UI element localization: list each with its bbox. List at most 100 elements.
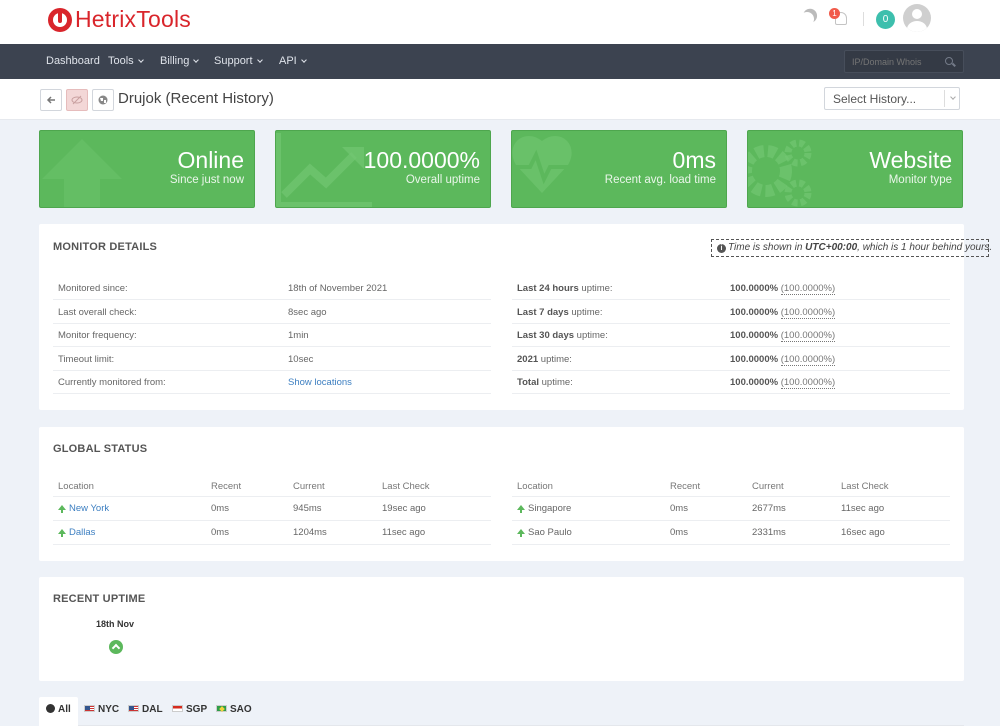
current-cell: 1204ms [293, 527, 327, 538]
stat-value: 0ms [672, 147, 716, 173]
stat-value: 100.0000% [363, 147, 480, 173]
tz-prefix: Time is shown in [728, 242, 806, 253]
stat-card-uptime: 100.0000% Overall uptime [275, 130, 491, 208]
sg-flag-icon [172, 705, 183, 712]
info-icon: i [717, 244, 726, 253]
uptime-value: 100.0000% (100.0000%) [730, 377, 836, 389]
chevron-down-icon [300, 57, 307, 63]
nav-billing-label: Billing [160, 55, 190, 67]
nav-tools[interactable]: Tools [108, 55, 144, 67]
nav-dashboard[interactable]: Dashboard [46, 55, 100, 67]
col-recent: Recent [670, 481, 701, 492]
uptime-row: Last 30 days uptime: 100.0000% (100.0000… [512, 323, 950, 347]
detail-row: Timeout limit: 10sec [53, 347, 491, 371]
nav-billing[interactable]: Billing [160, 55, 200, 67]
arrow-left-icon [46, 96, 55, 104]
credits-badge[interactable]: 0 [876, 10, 895, 29]
last-check-cell: 11sec ago [382, 527, 426, 538]
eye-slash-icon [71, 95, 83, 105]
globe-icon [98, 95, 108, 105]
logo-text: HetrixTools [75, 6, 191, 32]
uptime-label-bold: Last 30 days [517, 330, 575, 341]
public-page-button[interactable] [92, 89, 114, 111]
uptime-label-rest: uptime: [574, 330, 608, 341]
location-cell: Sao Paulo [517, 527, 572, 538]
top-header: HetrixTools 1 0 [0, 0, 1000, 44]
us-flag-icon [128, 705, 139, 712]
uptime-label: Last 7 days uptime: [517, 307, 603, 318]
stat-card-type: Website Monitor type [747, 130, 963, 208]
table-row: Sao Paulo 0ms 2331ms 16sec ago [512, 521, 950, 545]
detail-row: Monitor frequency: 1min [53, 323, 491, 347]
status-up-icon [58, 505, 66, 513]
detail-row: Last overall check: 8sec ago [53, 300, 491, 324]
search-icon[interactable] [945, 57, 953, 65]
uptime-percent: 100.0000% [730, 330, 779, 341]
status-up-icon [58, 529, 66, 537]
current-cell: 2677ms [752, 503, 786, 514]
page-subheader: Drujok (Recent History) Select History..… [0, 79, 1000, 120]
nav-api-label: API [279, 55, 297, 67]
location-link[interactable]: New York [69, 503, 109, 514]
location-cell: New York [58, 503, 109, 514]
notification-badge: 1 [829, 8, 840, 19]
user-avatar[interactable] [903, 4, 931, 32]
uptime-alt-percent[interactable]: (100.0000%) [780, 283, 836, 295]
uptime-label-bold: Last 7 days [517, 307, 569, 318]
uptime-value: 100.0000% (100.0000%) [730, 283, 836, 295]
stat-label: Overall uptime [405, 174, 480, 186]
tab-label: NYC [98, 704, 120, 715]
uptime-alt-percent[interactable]: (100.0000%) [780, 307, 836, 319]
detail-value: 8sec ago [288, 307, 327, 318]
status-table-header: Location Recent Current Last Check [53, 475, 491, 497]
tab-sgp[interactable]: SGP [165, 697, 214, 726]
history-select[interactable]: Select History... [824, 87, 960, 110]
dark-mode-moon-icon[interactable] [798, 10, 816, 28]
uptime-alt-percent[interactable]: (100.0000%) [780, 330, 836, 342]
uptime-label-bold: Total [517, 377, 539, 388]
uptime-label-bold: Last 24 hours [517, 283, 579, 294]
tab-label: SGP [186, 704, 208, 715]
recent-cell: 0ms [211, 527, 229, 538]
last-check-cell: 16sec ago [841, 527, 885, 538]
col-last-check: Last Check [382, 481, 430, 492]
tab-sao[interactable]: SAO [209, 697, 259, 726]
uptime-label-rest: uptime: [578, 283, 613, 294]
heartbeat-icon [512, 136, 572, 193]
location-link[interactable]: Singapore [528, 503, 571, 514]
detail-row: Currently monitored from: Show locations [53, 370, 491, 394]
detail-label: Last overall check: [58, 307, 137, 318]
chevron-up-circle-icon[interactable] [109, 640, 123, 654]
location-link[interactable]: Dallas [69, 527, 95, 538]
location-link[interactable]: Sao Paulo [528, 527, 572, 538]
recent-cell: 0ms [211, 503, 229, 514]
nav-support[interactable]: Support [214, 55, 263, 67]
main-nav: Dashboard Tools Billing Support API [0, 44, 1000, 79]
show-locations-link[interactable]: Show locations [288, 377, 352, 388]
br-flag-icon [216, 705, 227, 712]
uptime-day-label: 18th Nov [96, 619, 135, 629]
uptime-alt-percent[interactable]: (100.0000%) [780, 377, 836, 389]
current-cell: 945ms [293, 503, 322, 514]
chevron-down-icon [193, 57, 200, 63]
tab-nyc[interactable]: NYC [77, 697, 126, 726]
uptime-label: Last 24 hours uptime: [517, 283, 613, 294]
uptime-row: Last 7 days uptime: 100.0000% (100.0000%… [512, 300, 950, 324]
last-check-cell: 11sec ago [841, 503, 885, 514]
tab-all[interactable]: All [39, 697, 78, 726]
uptime-alt-percent[interactable]: (100.0000%) [780, 354, 836, 366]
hide-public-button[interactable] [66, 89, 88, 111]
stat-label: Since just now [169, 174, 244, 186]
stat-label: Monitor type [888, 174, 952, 186]
recent-uptime-panel: RECENT UPTIME 18th Nov [39, 577, 964, 681]
back-button[interactable] [40, 89, 62, 111]
select-divider [944, 90, 945, 107]
detail-label: Monitor frequency: [58, 330, 137, 341]
page-title: Drujok (Recent History) [118, 90, 274, 107]
uptime-label-rest: uptime: [539, 377, 573, 388]
tab-dal[interactable]: DAL [121, 697, 170, 726]
stat-card-status: Online Since just now [39, 130, 255, 208]
nav-api[interactable]: API [279, 55, 307, 67]
logo[interactable]: HetrixTools [48, 6, 191, 33]
uptime-value: 100.0000% (100.0000%) [730, 330, 836, 342]
